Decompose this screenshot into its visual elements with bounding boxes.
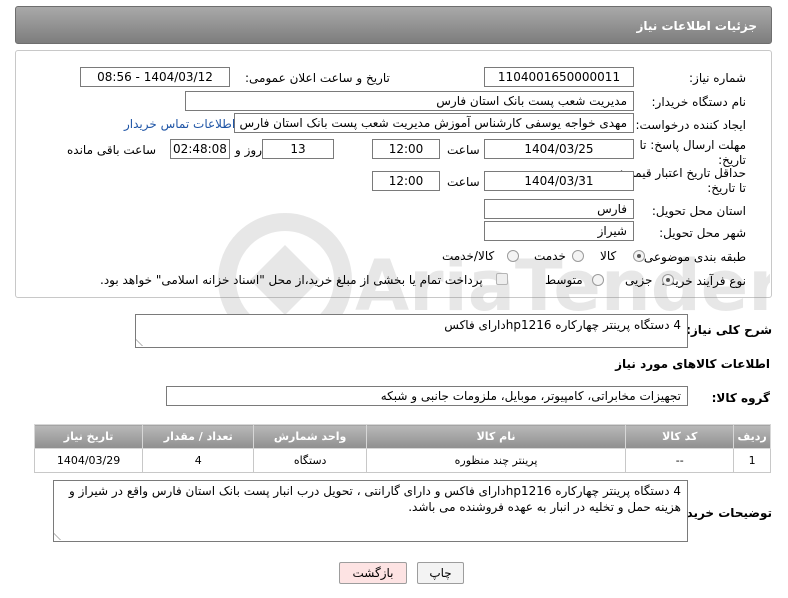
deadline-date-field: 1404/03/25 [484,139,634,159]
table-row: 1 -- پرینتر چند منظوره دستگاه 4 1404/03/… [33,448,771,473]
cell-row: 1 [733,448,771,473]
page-title: جزئیات اطلاعات نیاز [636,19,757,33]
province-field: فارس [484,199,634,219]
col-unit-header: واحد شمارش [253,424,367,449]
category-goods-label: کالا [600,249,617,263]
category-service-label: خدمت [534,249,566,263]
city-label: شهر محل تحویل: [659,226,746,240]
goods-table: ردیف کد کالا نام کالا واحد شمارش تعداد /… [33,424,771,473]
treasury-payment-note: پرداخت تمام یا بخشی از مبلغ خرید،از محل … [100,273,483,287]
process-medium-label: متوسط [545,273,583,287]
category-service-radio[interactable] [572,250,584,262]
cell-qty: 4 [142,448,255,473]
general-desc-field: 4 دستگاه پرینتر چهارکاره hp1216دارای فاک… [135,314,688,348]
cell-date: 1404/03/29 [33,448,144,473]
announce-datetime-label: تاریخ و ساعت اعلان عمومی: [245,71,390,85]
deadline-label-line1: مهلت ارسال پاسخ: تا [639,138,746,152]
validity-label-line1: حداقل تاریخ اعتبار قیمت: [619,166,746,180]
contact-info-link[interactable]: اطلاعات تماس خریدار [124,117,235,131]
print-button[interactable]: چاپ [417,562,464,584]
cell-unit: دستگاه [253,448,367,473]
validity-time-field: 12:00 [372,171,440,191]
deadline-label-line2: تاریخ: [718,153,746,167]
buyer-notes-text: 4 دستگاه پرینتر چهارکاره hp1216دارای فاک… [69,484,681,514]
process-minor-label: جزیی [625,273,653,287]
goods-table-header: ردیف کد کالا نام کالا واحد شمارش تعداد /… [33,424,771,449]
validity-date-field: 1404/03/31 [484,171,634,191]
need-number-field: 1104001650000011 [484,67,634,87]
goods-section-title: اطلاعات کالاهای مورد نیاز [615,357,770,371]
col-name-header: نام کالا [365,424,627,449]
process-minor-radio[interactable] [662,274,674,286]
province-label: استان محل تحویل: [651,204,746,218]
category-goods-service-label: کالا/خدمت [442,249,495,263]
buyer-org-label: نام دستگاه خریدار: [651,95,747,109]
announce-datetime-field: 1404/03/12 - 08:56 [80,67,230,87]
cell-name: پرینتر چند منظوره [365,448,627,473]
need-number-label: شماره نیاز: [689,71,746,85]
general-desc-text: 4 دستگاه پرینتر چهارکاره hp1216دارای فاک… [444,318,681,332]
back-button[interactable]: بازگشت [339,562,407,584]
time-remaining-field: 02:48:08 [170,139,230,159]
deadline-time-label: ساعت [447,143,480,157]
goods-group-field: تجهیزات مخابراتی، کامپیوتر، موبایل، ملزو… [166,386,688,406]
goods-group-label: گروه کالا: [711,391,770,405]
category-goods-radio[interactable] [633,250,645,262]
general-desc-label: شرح کلی نیاز: [686,323,772,337]
city-field: شیراز [484,221,634,241]
col-code-header: کد کالا [625,424,735,449]
col-qty-header: تعداد / مقدار [142,424,255,449]
category-label: طبقه بندی موضوعی: [639,250,746,264]
days-label: روز و [235,143,262,157]
resize-handle-icon[interactable] [54,532,68,540]
creator-label: ایجاد کننده درخواست: [635,118,746,132]
process-medium-radio[interactable] [592,274,604,286]
cell-code: -- [625,448,735,473]
col-row-header: ردیف [733,424,771,449]
category-goods-service-radio[interactable] [507,250,519,262]
page-header: جزئیات اطلاعات نیاز [15,6,772,44]
buyer-notes-field: 4 دستگاه پرینتر چهارکاره hp1216دارای فاک… [53,480,688,542]
col-date-header: تاریخ نیاز [33,424,144,449]
deadline-time-field: 12:00 [372,139,440,159]
creator-field: مهدی خواجه یوسفی کارشناس آموزش مدیریت شع… [234,113,634,133]
validity-label-line2: تا تاریخ: [707,181,746,195]
treasury-payment-checkbox[interactable] [496,273,508,285]
buyer-org-field: مدیریت شعب پست بانک استان فارس [185,91,634,111]
days-remaining-field: 13 [262,139,334,159]
validity-time-label: ساعت [447,175,480,189]
time-remaining-label: ساعت باقی مانده [67,143,157,157]
resize-handle-icon[interactable] [136,338,150,346]
